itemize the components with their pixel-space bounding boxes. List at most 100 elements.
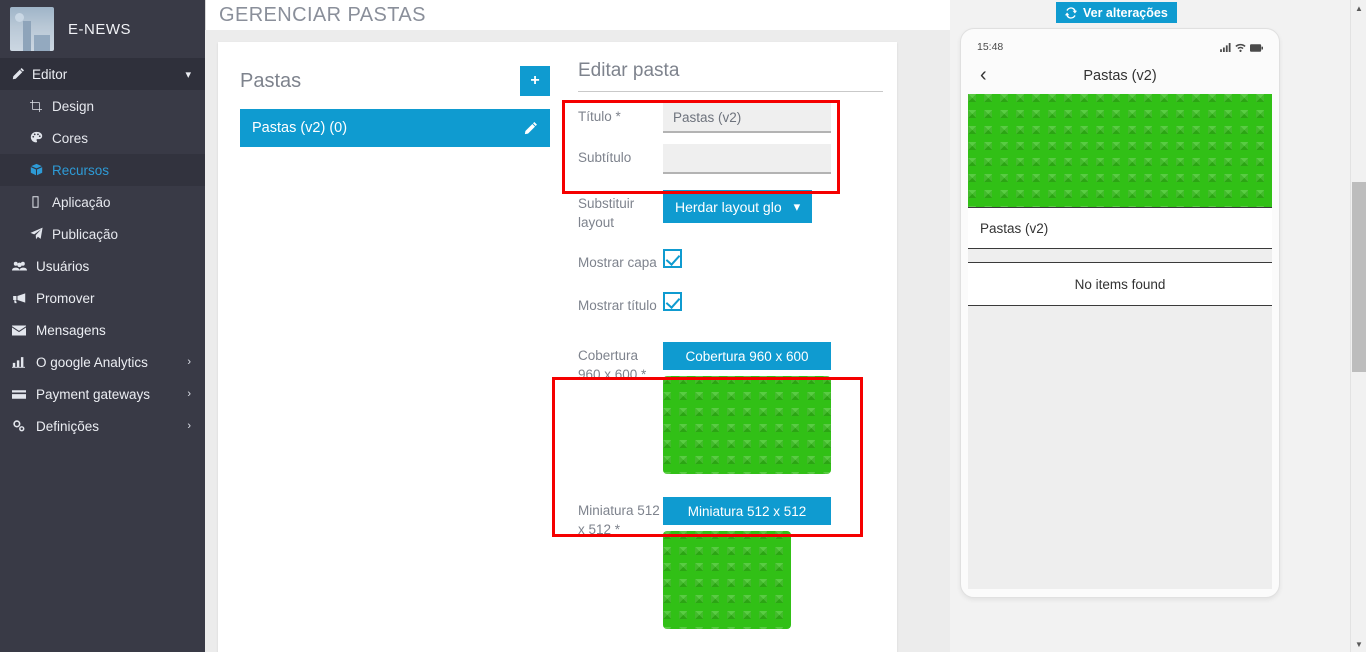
mobile-icon [30,195,52,209]
view-changes-label: Ver alterações [1083,5,1168,20]
status-time: 15:48 [977,41,1004,53]
titulo-input[interactable] [663,103,831,133]
field-titulo-label: Título * [578,109,621,124]
field-cobertura-row: Cobertura 960 x 600 * Cobertura 960 x 60… [578,315,883,474]
scroll-down-arrow-icon[interactable]: ▼ [1351,636,1366,652]
pencil-icon[interactable] [524,121,538,136]
sidebar-item-definicoes-label: Definições [36,418,100,434]
phone-screen: 15:48 ‹ Pastas (v2) Pastas (v2) No items… [968,37,1272,589]
field-mostrar-capa-label: Mostrar capa [578,255,657,270]
sidebar-item-recursos[interactable]: Recursos [0,154,205,186]
phone-mockup: 15:48 ‹ Pastas (v2) Pastas (v2) No items… [960,28,1280,598]
phone-status-bar: 15:48 [968,37,1272,57]
sidebar-item-cores-label: Cores [52,130,89,146]
credit-card-icon [12,387,36,401]
sidebar-item-promover-label: Promover [36,290,95,306]
list-item[interactable]: Pastas (v2) (0) [240,109,550,147]
chevron-right-icon: › [187,420,191,432]
sidebar-item-aplicacao[interactable]: Aplicação [0,186,205,218]
miniatura-upload-button[interactable]: Miniatura 512 x 512 [663,497,831,525]
megaphone-icon [12,291,36,305]
field-mostrar-capa-row: Mostrar capa [578,232,883,272]
brand: E-NEWS [0,0,205,58]
paper-plane-icon [30,227,52,241]
main-content: GERENCIAR PASTAS Pastas + Pastas (v2) (0… [205,0,950,652]
cobertura-image-preview[interactable] [663,376,831,474]
refresh-icon [1065,6,1077,20]
sidebar-item-google-analytics[interactable]: O google Analytics › [0,346,205,378]
chevron-down-icon: ▾ [185,68,191,81]
chevron-left-icon[interactable]: ‹ [980,64,987,87]
cobertura-upload-button[interactable]: Cobertura 960 x 600 [663,342,831,370]
palette-icon [30,131,52,145]
sidebar-item-promover[interactable]: Promover [0,282,205,314]
field-subtitulo-row: Subtítulo [578,133,883,174]
sidebar-item-usuarios-label: Usuários [36,258,90,274]
page-header: GERENCIAR PASTAS [205,0,950,30]
scroll-up-arrow-icon[interactable]: ▲ [1351,0,1366,16]
layout-dropdown-value: Herdar layout glo [675,198,782,215]
pencil-icon [12,67,32,81]
field-miniatura-label: Miniatura 512 x 512 * [578,503,660,537]
chevron-right-icon: › [187,356,191,368]
sidebar-item-mensagens[interactable]: Mensagens [0,314,205,346]
view-changes-button[interactable]: Ver alterações [1056,2,1177,23]
sidebar-group-editor-label: Editor [32,66,68,82]
sidebar-item-aplicacao-label: Aplicação [52,194,111,210]
phone-hero-image [968,94,1272,207]
logo-sun-dot [15,13,24,22]
sidebar-item-publicacao[interactable]: Publicação [0,218,205,250]
sidebar-item-recursos-label: Recursos [52,162,110,178]
layout-dropdown[interactable]: Herdar layout glo ▾ [663,190,813,223]
field-substituir-layout-row: Substituir layout Herdar layout glo ▾ [578,174,883,232]
sidebar-item-design[interactable]: Design [0,90,205,122]
field-cobertura-label: Cobertura 960 x 600 * [578,348,647,382]
sidebar-item-definicoes[interactable]: Definições › [0,410,205,442]
phone-empty-state-label: No items found [1074,276,1166,292]
field-mostrar-titulo-label: Mostrar título [578,298,657,313]
field-mostrar-titulo-row: Mostrar título [578,272,883,315]
phone-nav-title: Pastas (v2) [1083,67,1157,84]
field-miniatura-row: Miniatura 512 x 512 * Miniatura 512 x 51… [578,474,883,629]
sidebar-item-google-analytics-label: O google Analytics [36,354,148,370]
box-icon [30,163,52,177]
field-titulo-row: Título * [578,92,883,133]
folder-item-label: Pastas (v2) (0) [252,120,348,136]
sidebar-item-usuarios[interactable]: Usuários [0,250,205,282]
sidebar-item-publicacao-label: Publicação [52,226,119,242]
sidebar-item-cores[interactable]: Cores [0,122,205,154]
battery-icon [1250,41,1263,53]
scrollbar-thumb[interactable] [1352,182,1366,372]
sidebar-item-design-label: Design [52,98,95,114]
add-folder-button[interactable]: + [520,66,550,96]
city-thumbnail-icon [10,7,54,51]
status-icons [1220,41,1263,53]
mostrar-capa-checkbox[interactable] [663,249,682,268]
folders-panel: Pastas + Pastas (v2) (0) [218,42,568,652]
sidebar-item-payment-gateways[interactable]: Payment gateways › [0,378,205,410]
manage-folders-card: Pastas + Pastas (v2) (0) Editar pasta Tí… [218,42,897,652]
phone-spacer [968,249,1272,262]
app-root: E-NEWS Editor ▾ Design Cores Recursos Ap… [0,0,1366,652]
page-title: GERENCIAR PASTAS [219,3,426,26]
phone-nav-bar: ‹ Pastas (v2) [968,57,1272,94]
bar-chart-icon [12,355,36,369]
edit-folder-panel: Editar pasta Título * Subtítulo Substitu… [568,42,897,652]
sidebar-group-editor[interactable]: Editor ▾ [0,58,205,90]
phone-empty-state: No items found [968,262,1272,306]
mostrar-titulo-checkbox[interactable] [663,292,682,311]
gears-icon [12,419,36,433]
brand-name: E-NEWS [68,20,131,38]
phone-list-item-label: Pastas (v2) [980,220,1049,236]
window-scrollbar[interactable]: ▲ ▼ [1350,0,1366,652]
folders-panel-title: Pastas [240,69,302,92]
miniatura-image-preview[interactable] [663,531,791,629]
field-subtitulo-label: Subtítulo [578,150,632,165]
sidebar: E-NEWS Editor ▾ Design Cores Recursos Ap… [0,0,205,652]
design-crop-icon [30,99,52,113]
envelope-icon [12,323,36,337]
phone-list-item[interactable]: Pastas (v2) [968,207,1272,249]
subtitulo-input[interactable] [663,144,831,174]
field-substituir-layout-label: Substituir layout [578,196,635,230]
users-icon [12,259,36,273]
